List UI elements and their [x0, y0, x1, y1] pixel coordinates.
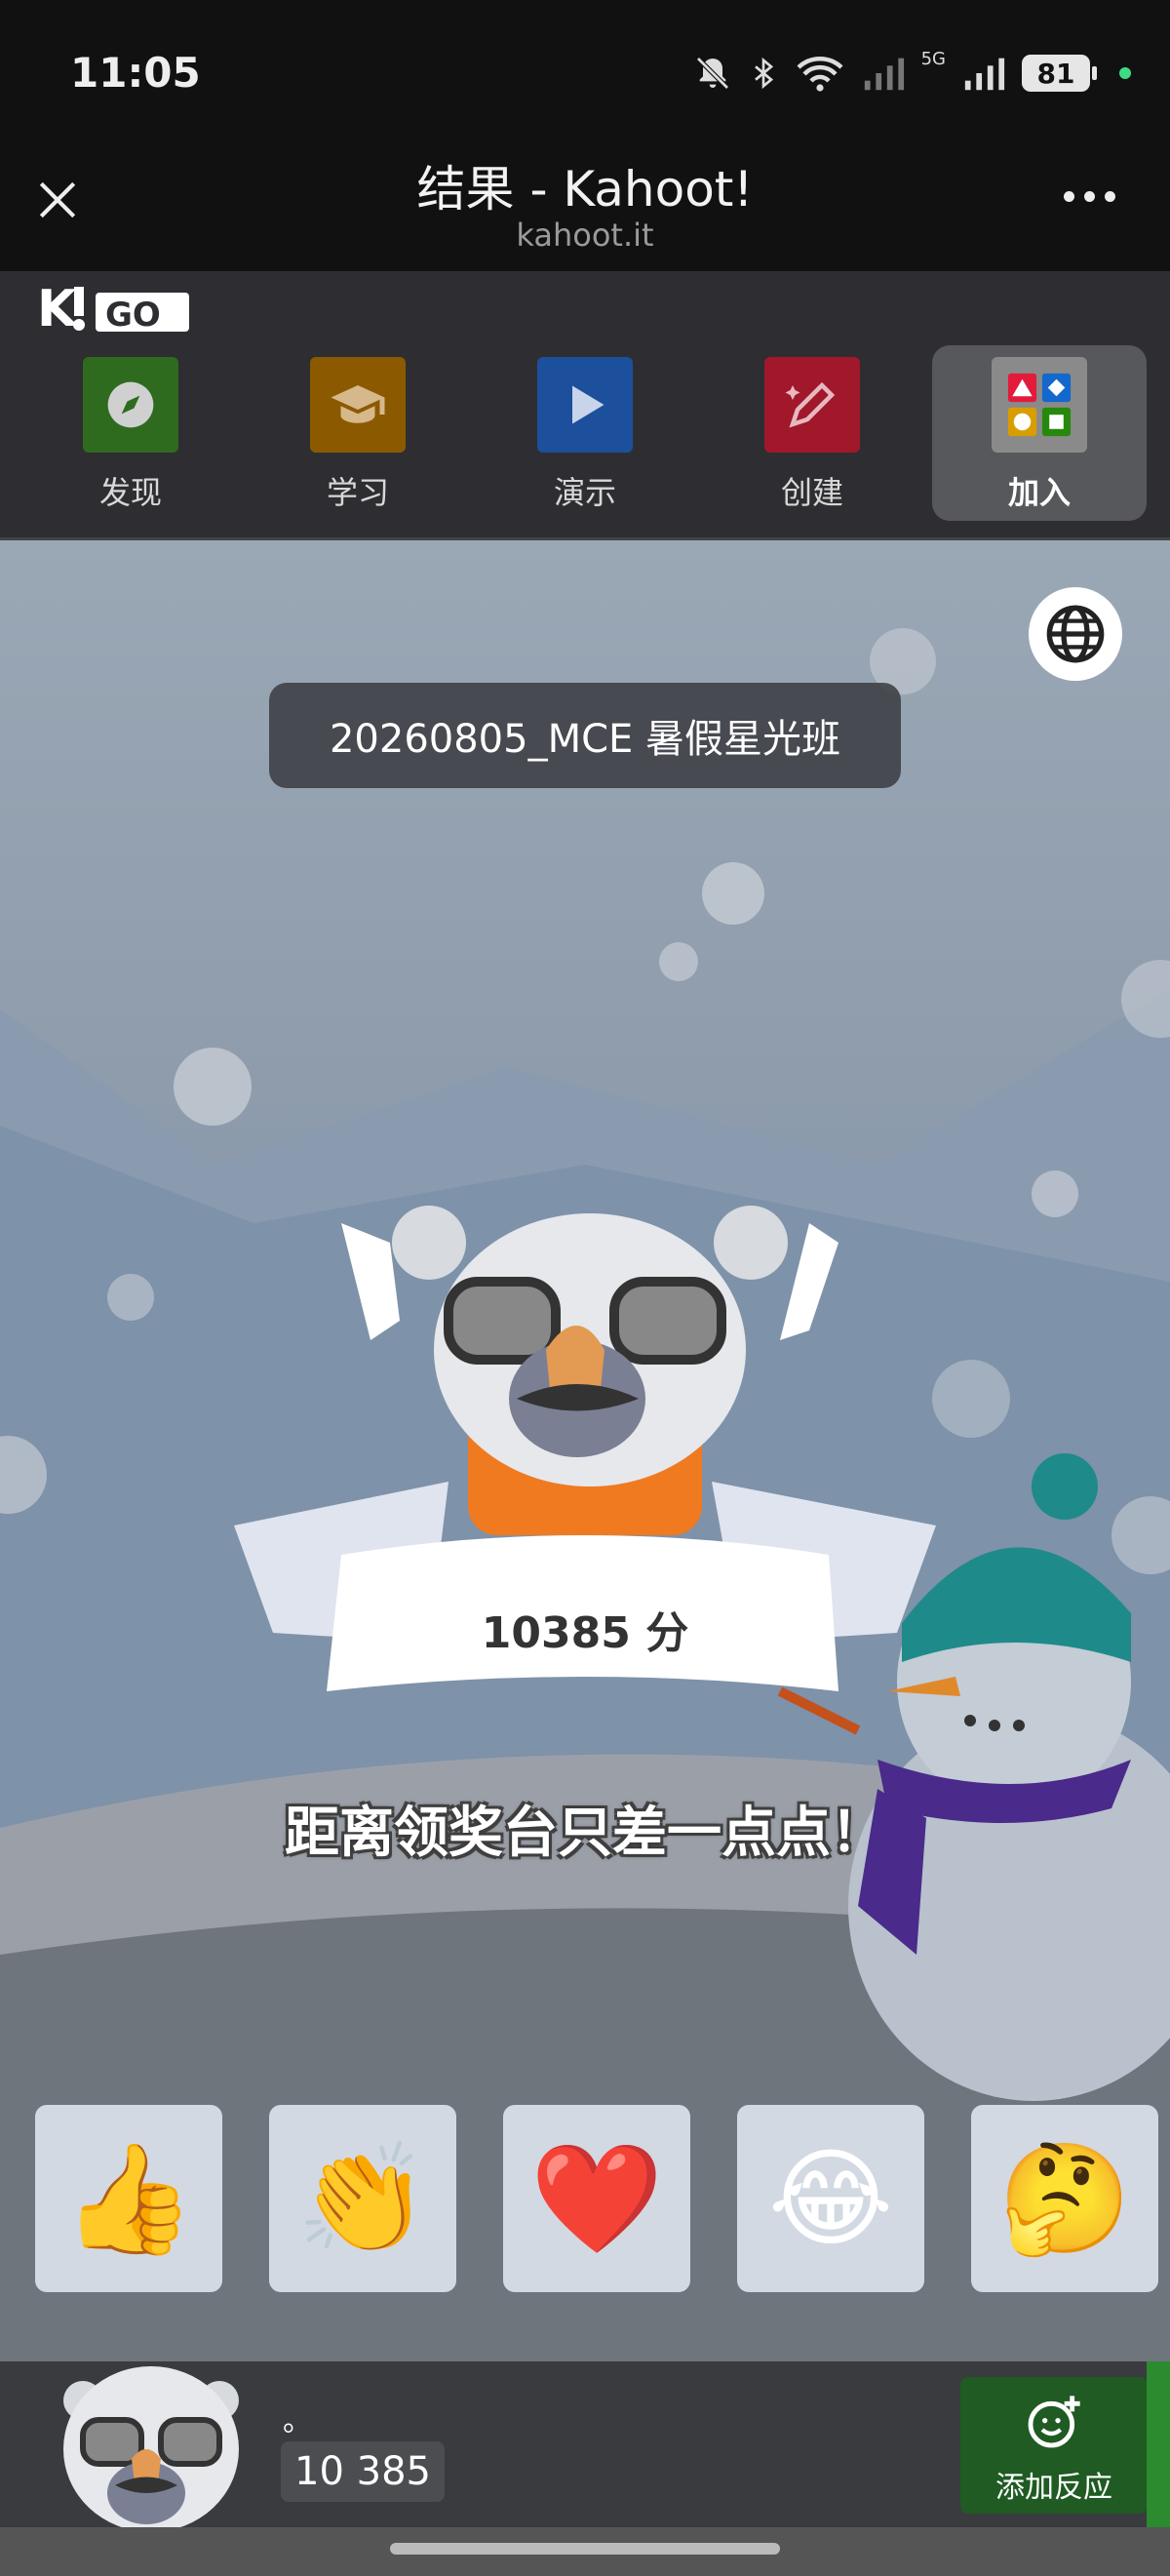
page-url: kahoot.it	[516, 217, 654, 254]
green-edge-accent	[1147, 2361, 1170, 2527]
nav-label: 创建	[780, 474, 843, 511]
signal-sim2-icon	[964, 58, 1005, 91]
add-emoji-icon	[1028, 2396, 1080, 2448]
battery-indicator: 81	[1022, 55, 1097, 92]
svg-text:GO: GO	[105, 296, 161, 335]
clapping-icon: 👏	[295, 2135, 430, 2261]
thinking-icon: 🤔	[997, 2135, 1132, 2261]
reaction-heart-button[interactable]: ❤️	[503, 2105, 690, 2292]
nav-item-learn[interactable]: 学习	[251, 345, 465, 521]
signal-sim1-icon	[864, 58, 904, 91]
gesture-bar	[0, 2527, 1170, 2576]
language-button[interactable]	[1029, 587, 1122, 681]
play-icon	[537, 357, 633, 453]
winter-background	[0, 628, 1170, 2361]
graduation-cap-icon	[310, 357, 406, 453]
bluetooth-icon	[754, 57, 773, 90]
results-scene: 20260805_MCE 暑假星光班 10385 分 距离领奖台只差一点点！ 👍…	[0, 540, 1170, 2361]
wifi-icon	[797, 57, 843, 92]
dot-icon	[1064, 191, 1074, 202]
heart-icon: ❤️	[529, 2135, 664, 2261]
compass-icon	[83, 357, 178, 453]
nav-label: 加入	[1007, 474, 1071, 511]
player-score: 10 385	[281, 2441, 445, 2502]
reaction-thumbs-up-button[interactable]: 👍	[35, 2105, 222, 2292]
mute-bell-icon	[695, 57, 729, 90]
result-message: 距离领奖台只差一点点！	[285, 1802, 885, 1865]
browser-header: 结果 - Kahoot! kahoot.it	[0, 146, 1170, 271]
add-reaction-button[interactable]: 添加反应	[960, 2377, 1148, 2514]
player-nickname: 。	[283, 2404, 312, 2438]
nav-item-create[interactable]: 创建	[705, 345, 919, 521]
magic-pencil-icon	[764, 357, 860, 453]
thumbs-up-icon: 👍	[61, 2135, 196, 2261]
laughing-icon: 😂	[767, 2136, 894, 2261]
status-icons: 5G 81	[693, 49, 1131, 98]
dot-icon	[1105, 191, 1115, 202]
nav-label: 演示	[553, 474, 616, 511]
reaction-thinking-button[interactable]: 🤔	[971, 2105, 1158, 2292]
add-reaction-label: 添加反应	[995, 2471, 1112, 2505]
nav-label: 学习	[326, 474, 389, 511]
status-bar: 11:05 5G 81	[0, 0, 1170, 146]
nav-item-present[interactable]: 演示	[478, 345, 692, 521]
player-bar: 。 10 385 添加反应	[0, 2361, 1170, 2532]
nav-item-discover[interactable]: 发现	[23, 345, 238, 521]
reaction-laughing-button[interactable]: 😂	[737, 2105, 924, 2292]
app-nav: K GO 发现 学习 演示 创建 加入	[0, 271, 1170, 540]
shapes-grid-icon	[992, 357, 1087, 453]
more-options-button[interactable]	[1064, 191, 1115, 202]
page-title: 结果 - Kahoot!	[416, 161, 754, 218]
svg-text:K: K	[37, 280, 78, 337]
final-score-text: 10385 分	[481, 1608, 689, 1658]
network-type-label: 5G	[920, 49, 946, 69]
status-time: 11:05	[70, 49, 201, 97]
privacy-indicator-dot	[1119, 67, 1131, 79]
reaction-clapping-button[interactable]: 👏	[269, 2105, 456, 2292]
game-name-pill: 20260805_MCE 暑假星光班	[269, 683, 901, 788]
player-avatar	[63, 2366, 239, 2532]
nav-item-join[interactable]: 加入	[932, 345, 1147, 521]
dot-icon	[1084, 191, 1095, 202]
home-indicator[interactable]	[390, 2543, 780, 2555]
globe-icon	[1046, 605, 1105, 663]
nav-label: 发现	[98, 474, 162, 511]
kahoot-go-logo[interactable]: K GO	[37, 279, 193, 337]
